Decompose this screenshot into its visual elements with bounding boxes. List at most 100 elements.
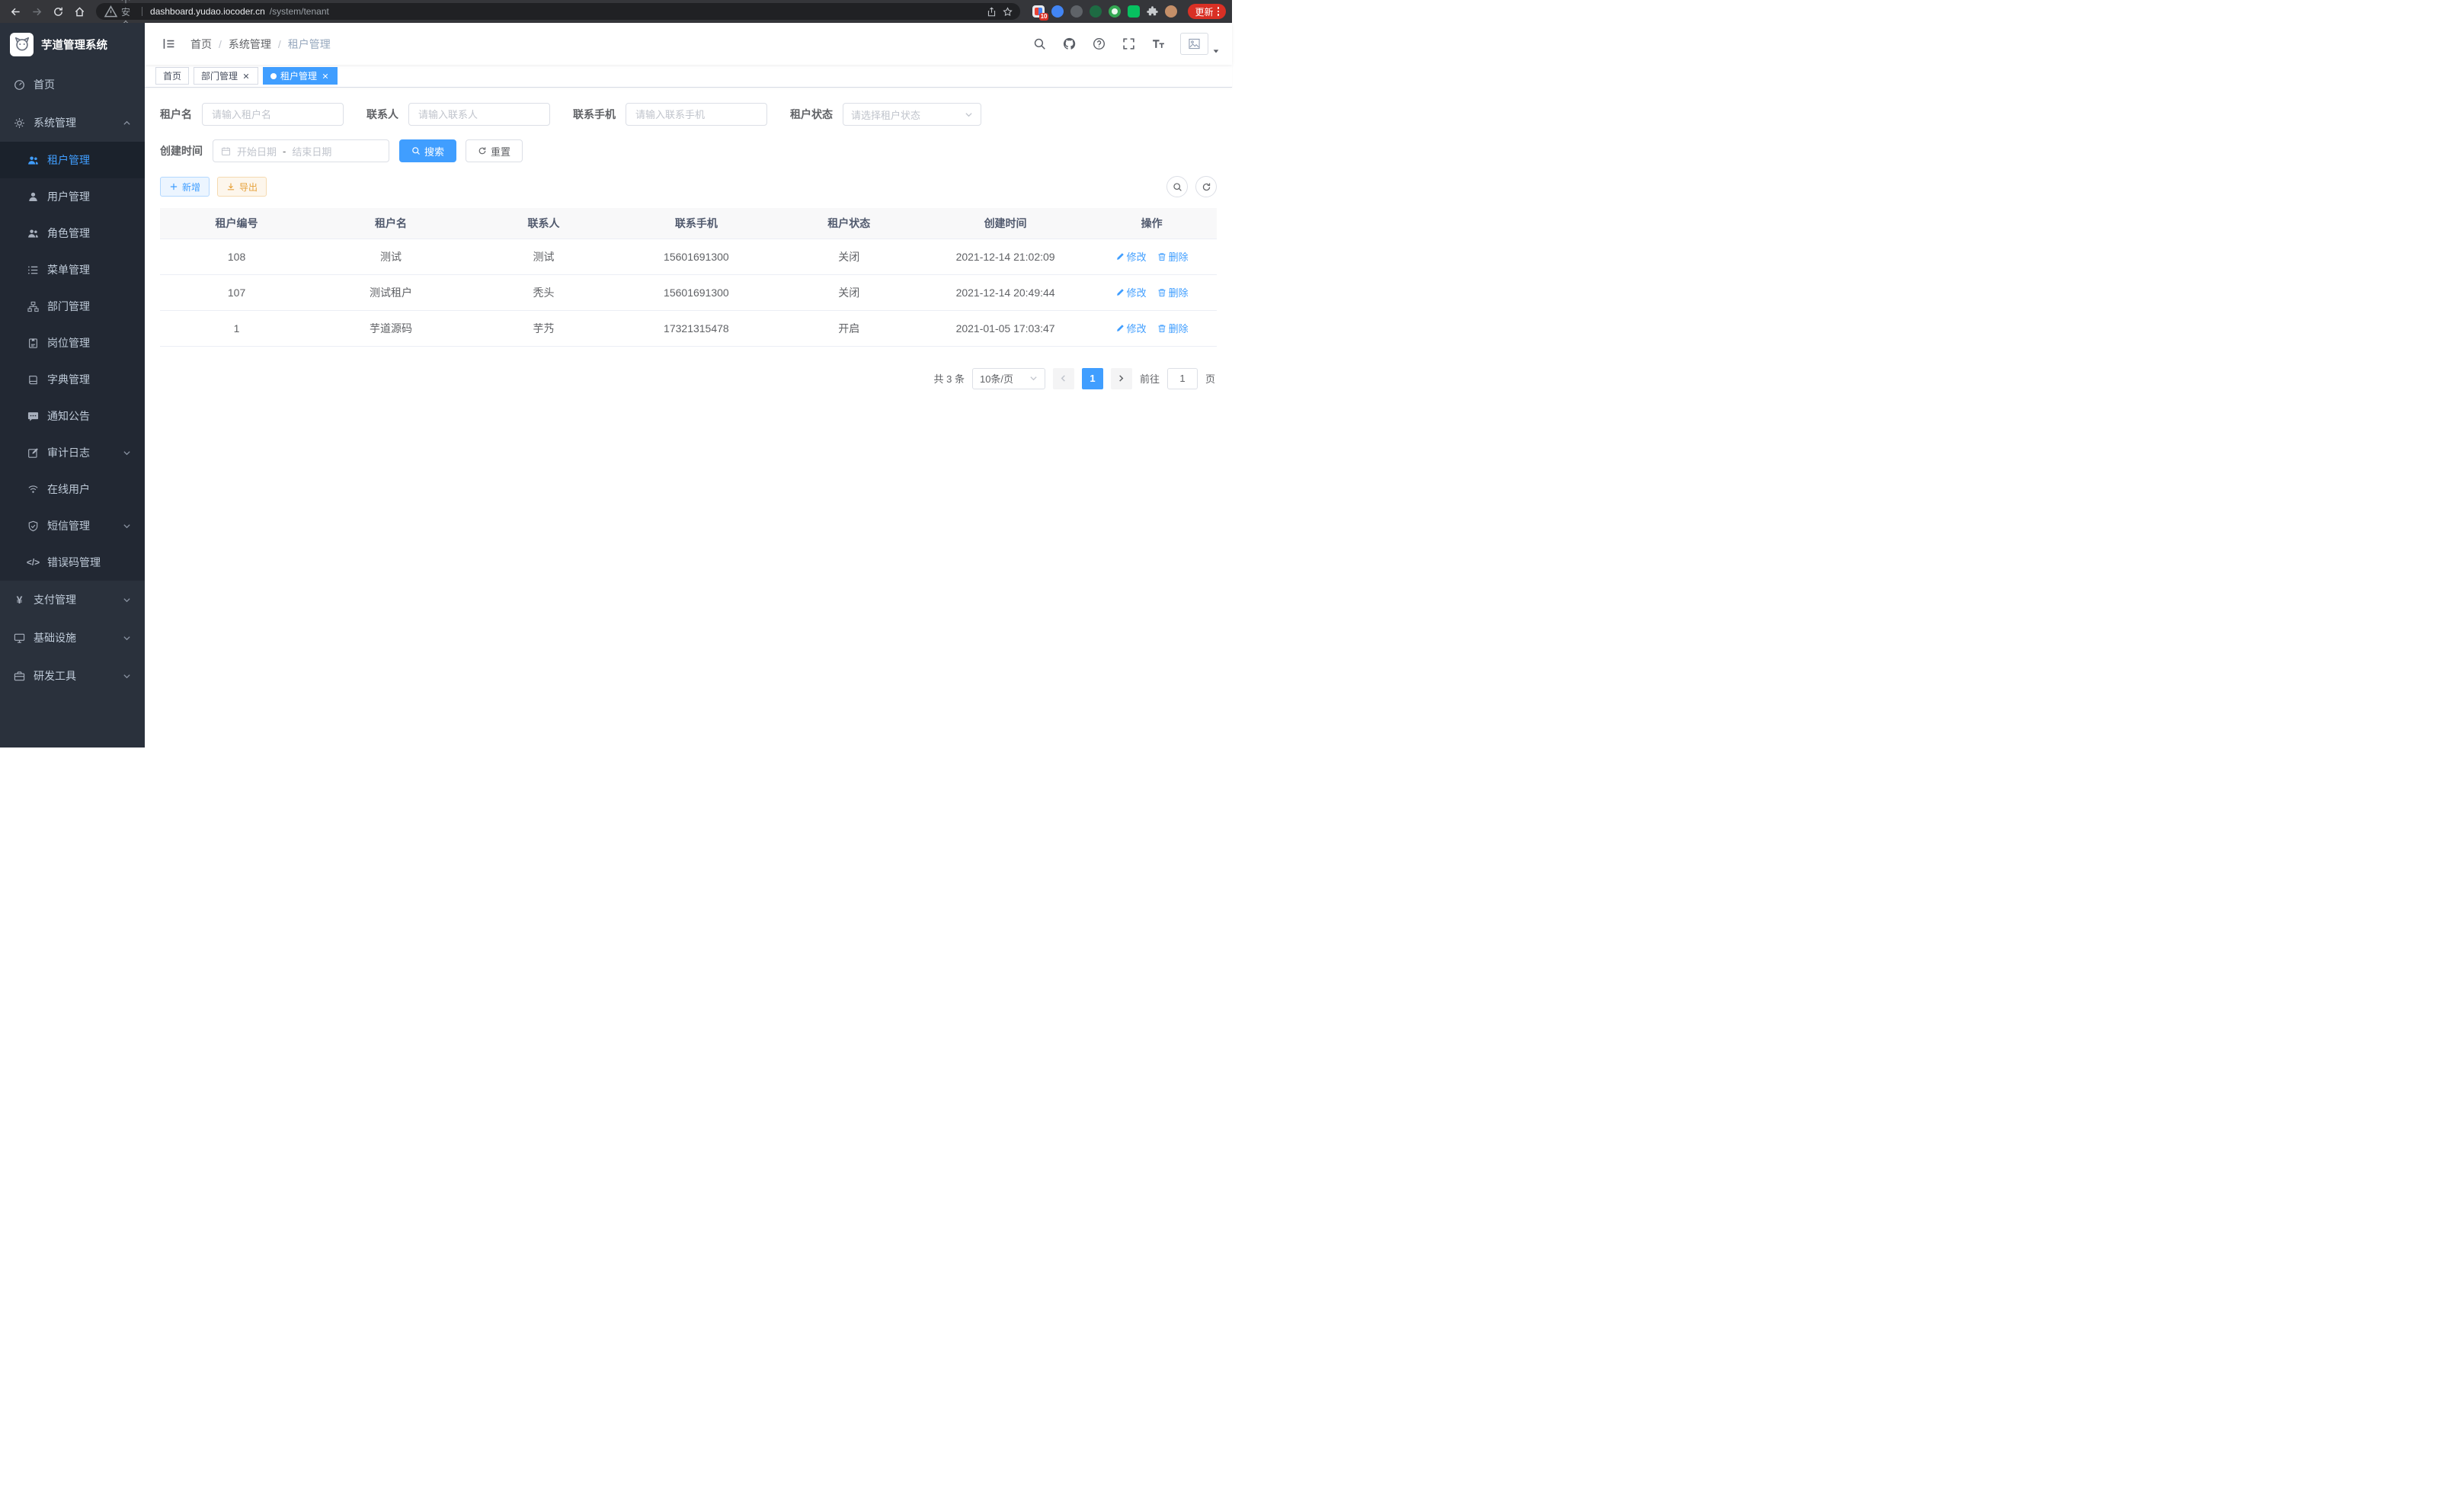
chevron-down-icon [123,449,131,457]
monitor-icon [14,632,25,644]
user-menu[interactable] [1180,33,1220,55]
add-button[interactable]: 新增 [160,177,210,197]
tab-home[interactable]: 首页 [155,67,189,85]
extension-icon[interactable] [1090,5,1102,18]
badge-icon [27,338,39,349]
reload-icon[interactable] [49,2,67,21]
sidebar-item-menu[interactable]: 菜单管理 [0,251,145,288]
sidebar-item-infrastructure[interactable]: 基础设施 [0,619,145,657]
delete-link[interactable]: 删除 [1157,321,1189,335]
logo[interactable]: 芋道管理系统 [0,23,145,66]
chevron-right-icon [1117,374,1125,383]
update-button[interactable]: 更新 [1188,4,1226,19]
breadcrumb-item-current: 租户管理 [288,37,331,52]
sidebar-item-label: 用户管理 [47,189,90,204]
github-icon[interactable] [1061,37,1077,52]
delete-icon [1157,324,1166,333]
edit-link[interactable]: 修改 [1115,321,1147,335]
extension-icon[interactable] [1109,5,1121,18]
logo-image [10,33,34,56]
tab-label: 首页 [163,69,181,82]
status-select[interactable]: 请选择租户状态 [843,103,981,126]
font-size-icon[interactable] [1150,37,1166,52]
warning-icon [104,5,118,19]
search-icon[interactable] [1032,37,1047,52]
goto-page-input[interactable] [1167,368,1198,389]
col-header-status: 租户状态 [774,208,924,238]
sidebar-item-user[interactable]: 用户管理 [0,178,145,215]
next-page-button[interactable] [1111,368,1132,389]
sidebar-item-dev-tools[interactable]: 研发工具 [0,657,145,695]
address-bar[interactable]: 不安全 dashboard.yudao.iocoder.cn/system/te… [96,3,1020,20]
date-range-picker[interactable]: 开始日期 - 结束日期 [213,139,389,162]
avatar-broken-image-icon [1180,33,1208,55]
cell-created: 2021-12-14 21:02:09 [924,238,1087,274]
breadcrumb-item[interactable]: 首页 [190,37,212,52]
edit-link[interactable]: 修改 [1115,285,1147,299]
bookmark-star-icon[interactable] [1003,7,1013,17]
tabs-bar: 首页 部门管理 租户管理 [145,65,1232,88]
close-icon[interactable] [242,72,251,81]
sidebar-item-label: 短信管理 [47,518,90,533]
sidebar-item-sms[interactable]: 短信管理 [0,507,145,544]
delete-link[interactable]: 删除 [1157,285,1189,299]
forward-icon[interactable] [27,2,46,21]
extension-icon[interactable] [1051,5,1064,18]
back-icon[interactable] [6,2,24,21]
download-icon [226,182,235,191]
toggle-search-button[interactable] [1166,176,1188,197]
col-header-actions: 操作 [1086,208,1217,238]
sidebar-item-payment[interactable]: ¥ 支付管理 [0,581,145,619]
sidebar-item-label: 首页 [34,77,55,92]
goto-label: 前往 [1140,371,1160,386]
org-tree-icon [27,301,39,312]
sidebar-item-tenant[interactable]: 租户管理 [0,142,145,178]
tab-tenant[interactable]: 租户管理 [263,67,338,85]
sidebar-item-error-code[interactable]: </> 错误码管理 [0,544,145,581]
breadcrumb-item[interactable]: 系统管理 [229,37,271,52]
extension-icon[interactable] [1070,5,1083,18]
extension-icon[interactable] [1128,5,1140,18]
sidebar-item-post[interactable]: 岗位管理 [0,325,145,361]
system-submenu: 租户管理 用户管理 角色管理 菜单管理 [0,142,145,581]
cell-status: 关闭 [774,274,924,310]
sidebar-item-online-users[interactable]: 在线用户 [0,471,145,507]
search-button[interactable]: 搜索 [399,139,456,162]
prev-page-button[interactable] [1053,368,1074,389]
help-icon[interactable] [1091,37,1106,52]
browser-menu-icon[interactable] [1218,7,1220,16]
sidebar-item-role[interactable]: 角色管理 [0,215,145,251]
top-navbar: 首页 / 系统管理 / 租户管理 [145,23,1232,65]
page-size-select[interactable]: 10条/页 [972,368,1045,389]
share-icon[interactable] [987,7,997,17]
fullscreen-icon[interactable] [1121,37,1136,52]
export-button[interactable]: 导出 [217,177,267,197]
close-icon[interactable] [321,72,330,81]
sidebar-item-audit-log[interactable]: 审计日志 [0,434,145,471]
total-count: 共 3 条 [934,371,965,386]
edit-link[interactable]: 修改 [1115,249,1147,264]
extensions-puzzle-icon[interactable] [1147,6,1158,18]
refresh-table-button[interactable] [1195,176,1217,197]
edit-icon [1115,252,1125,261]
update-label: 更新 [1195,5,1213,18]
sidebar-item-notice[interactable]: 通知公告 [0,398,145,434]
sidebar-item-dept[interactable]: 部门管理 [0,288,145,325]
start-date-placeholder: 开始日期 [237,144,277,158]
page-number-button[interactable]: 1 [1082,368,1103,389]
sidebar-item-system[interactable]: 系统管理 [0,104,145,142]
extension-icon[interactable]: 10 [1032,5,1045,18]
delete-link[interactable]: 删除 [1157,249,1189,264]
phone-label: 联系手机 [573,107,616,122]
sidebar-item-label: 支付管理 [34,592,76,607]
profile-avatar-icon[interactable] [1165,5,1177,18]
reset-button[interactable]: 重置 [466,139,523,162]
tab-dept[interactable]: 部门管理 [194,67,258,85]
sidebar-item-home[interactable]: 首页 [0,66,145,104]
menu-fold-icon[interactable] [157,33,180,56]
tenant-name-input[interactable] [202,103,344,126]
sidebar-item-dict[interactable]: 字典管理 [0,361,145,398]
contact-input[interactable] [408,103,550,126]
home-icon[interactable] [70,2,88,21]
phone-input[interactable] [626,103,767,126]
